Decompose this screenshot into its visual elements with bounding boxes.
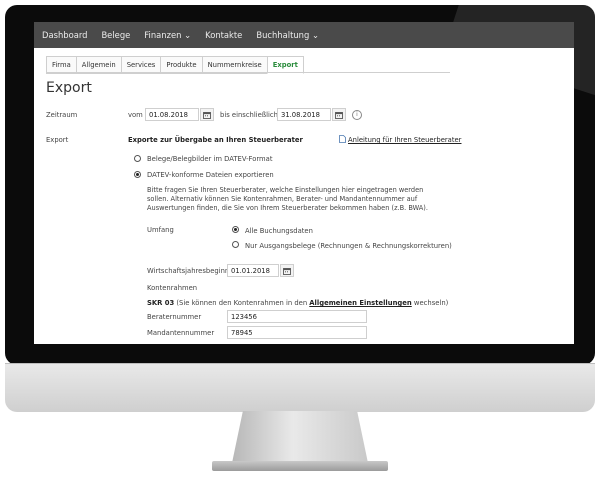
mandantennummer-label: Mandantennummer xyxy=(147,329,215,337)
calendar-from-button[interactable] xyxy=(200,108,214,121)
calendar-wjb-button[interactable] xyxy=(280,264,294,277)
radio-datev[interactable] xyxy=(134,171,141,178)
nav-dashboard[interactable]: Dashboard xyxy=(42,30,87,40)
option-belege-label: Belege/Belegbilder im DATEV-Format xyxy=(147,155,273,163)
document-icon xyxy=(339,135,346,143)
radio-belege[interactable] xyxy=(134,155,141,162)
tab-divider xyxy=(46,72,450,73)
radio-alle-buchungsdaten[interactable] xyxy=(232,226,239,233)
from-label: vom xyxy=(128,111,143,119)
kontenrahmen-label: Kontenrahmen xyxy=(147,284,198,292)
calendar-icon xyxy=(203,111,211,119)
monitor-stand xyxy=(232,411,368,463)
skr-value: SKR 03 xyxy=(147,299,175,307)
info-icon[interactable]: i xyxy=(352,110,362,120)
nav-buchhaltung[interactable]: Buchhaltung ⌄ xyxy=(256,30,319,40)
export-label: Export xyxy=(46,136,69,144)
beraternummer-label: Beraternummer xyxy=(147,313,202,321)
top-navigation: Dashboard Belege Finanzen ⌄ Kontakte Buc… xyxy=(34,22,574,48)
to-label: bis einschließlich xyxy=(220,111,278,119)
nav-belege[interactable]: Belege xyxy=(101,30,130,40)
allgemeine-einstellungen-link[interactable]: Allgemeinen Einstellungen xyxy=(309,299,411,307)
zeitraum-label: Zeitraum xyxy=(46,111,78,119)
kontenrahmen-text-before: (Sie können den Kontenrahmen in den xyxy=(176,299,308,307)
option-alle-label: Alle Buchungsdaten xyxy=(245,227,313,235)
option-ausgang-label: Nur Ausgangsbelege (Rechnungen & Rechnun… xyxy=(245,242,452,250)
nav-finanzen[interactable]: Finanzen ⌄ xyxy=(144,30,191,40)
calendar-icon xyxy=(335,111,343,119)
app-screen: Dashboard Belege Finanzen ⌄ Kontakte Buc… xyxy=(34,22,574,344)
calendar-to-button[interactable] xyxy=(332,108,346,121)
wjb-label: Wirtschaftsjahresbeginn xyxy=(147,267,230,275)
umfang-label: Umfang xyxy=(147,226,174,234)
monitor-bezel: Dashboard Belege Finanzen ⌄ Kontakte Buc… xyxy=(5,5,595,365)
option-datev-label: DATEV-konforme Dateien exportieren xyxy=(147,171,274,179)
date-to-field[interactable]: 31.08.2018 xyxy=(277,108,331,121)
mandantennummer-field[interactable]: 78945 xyxy=(227,326,367,339)
monitor-foot xyxy=(212,461,388,471)
beraternummer-field[interactable]: 123456 xyxy=(227,310,367,323)
export-heading: Exporte zur Übergabe an Ihren Steuerbera… xyxy=(128,136,303,144)
monitor-chin xyxy=(5,363,595,412)
wjb-date-field[interactable]: 01.01.2018 xyxy=(227,264,279,277)
hint-text: Bitte fragen Sie Ihren Steuerberater, we… xyxy=(147,186,428,212)
guide-link[interactable]: Anleitung für Ihren Steuerberater xyxy=(348,136,461,144)
date-from-field[interactable]: 01.08.2018 xyxy=(145,108,199,121)
nav-kontakte[interactable]: Kontakte xyxy=(205,30,242,40)
kontenrahmen-text-after: wechseln) xyxy=(413,299,449,307)
radio-ausgangsbelege[interactable] xyxy=(232,241,239,248)
page-title: Export xyxy=(46,80,92,96)
calendar-icon xyxy=(283,267,291,275)
kontenrahmen-line: SKR 03 (Sie können den Kontenrahmen in d… xyxy=(147,299,448,307)
